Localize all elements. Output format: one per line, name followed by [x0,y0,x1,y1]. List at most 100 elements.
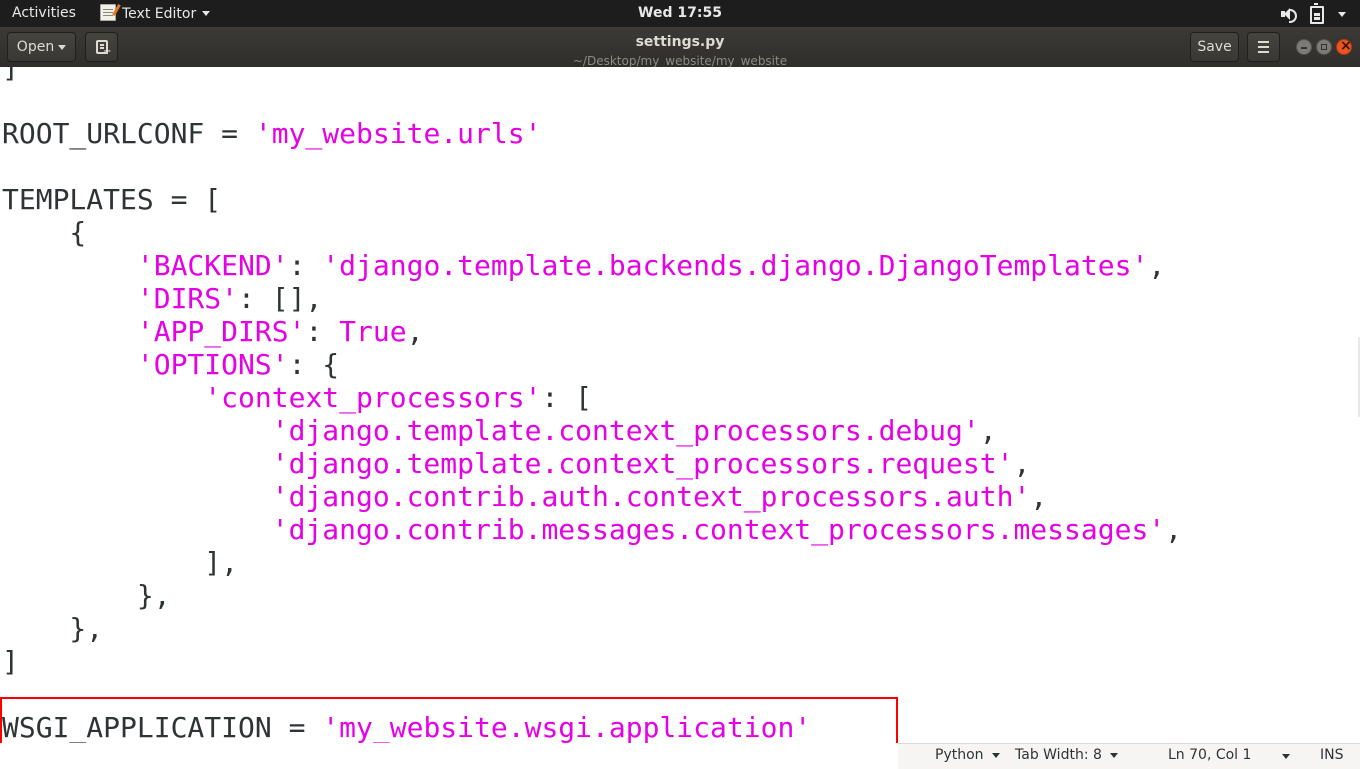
tab-width-label: Tab Width: 8 [1015,747,1102,763]
code-line[interactable]: 'APP_DIRS': True, [2,315,1182,348]
code-line[interactable]: { [2,216,1182,249]
code-line[interactable]: 'django.template.context_processors.requ… [2,447,1182,480]
text-editor-icon [100,4,116,21]
minimize-icon[interactable] [1296,39,1312,55]
hamburger-menu-button[interactable] [1247,32,1280,62]
code-token: ] [2,67,19,84]
tab-width-select[interactable]: Tab Width: 8 [1015,747,1118,763]
code-line[interactable]: 'DIRS': [], [2,282,1182,315]
code-token: , [1148,249,1166,282]
system-tray[interactable] [1280,3,1346,24]
string-token: 'django.contrib.auth.context_processors.… [271,480,1031,513]
header-bar: Open + settings.py ~/Desktop/my_website/… [0,27,1360,68]
code-line[interactable]: ], [2,546,1182,579]
code-line[interactable]: TEMPLATES = [ [2,183,1182,216]
activities-button[interactable]: Activities [12,5,76,21]
code-token: TEMPLATES = [ [2,183,222,216]
string-token: 'django.template.context_processors.requ… [271,447,1014,480]
code-token: : [305,315,340,348]
cursor-position-select[interactable]: Ln 70, Col 1 [1168,747,1290,763]
maximize-icon[interactable] [1316,39,1332,55]
open-button-label: Open [16,39,55,55]
code-token: : [], [238,282,323,315]
chevron-down-icon [1282,754,1290,759]
system-menu-arrow-icon[interactable] [1338,11,1346,17]
string-token: 'APP_DIRS' [136,315,306,348]
code-line[interactable] [2,150,1182,183]
code-token: }, [2,579,171,612]
insert-mode-indicator: INS [1320,747,1344,763]
code-editor[interactable]: ] ROOT_URLCONF = 'my_website.urls' TEMPL… [0,67,1360,743]
string-token: 'BACKEND' [136,249,289,282]
code-token: : [288,249,323,282]
code-token: , [1165,513,1183,546]
code-line[interactable]: ] [2,645,1182,678]
code-token: : [ [541,381,593,414]
code-line[interactable] [2,678,1182,711]
code-text[interactable]: ] ROOT_URLCONF = 'my_website.urls' TEMPL… [2,67,1182,743]
open-button[interactable]: Open [7,32,76,62]
new-tab-button[interactable]: + [85,32,118,62]
top-bar: Activities Text Editor Wed 17:55 [0,0,1360,27]
hamburger-menu-icon [1258,41,1269,43]
app-menu[interactable]: Text Editor [100,4,211,22]
new-tab-icon: + [95,40,112,57]
code-token: ROOT_URLCONF = [2,117,255,150]
save-button-label: Save [1197,39,1232,55]
code-token: , [1013,447,1031,480]
speaker-icon[interactable] [1280,6,1297,23]
chevron-down-icon [991,752,1000,758]
language-select[interactable]: Python [935,747,1000,763]
code-token: , [1030,480,1048,513]
chevron-down-icon [58,44,67,50]
string-token: 'OPTIONS' [136,348,289,381]
string-token: True [339,315,407,348]
code-token: WSGI_APPLICATION = [2,711,323,743]
document-path: ~/Desktop/my_website/my_website [572,54,788,68]
string-token: 'my_website.wsgi.application' [322,711,812,743]
insert-mode-label: INS [1320,747,1344,763]
code-line[interactable]: }, [2,612,1182,645]
clock[interactable]: Wed 17:55 [638,5,722,21]
code-token: : { [288,348,340,381]
code-line[interactable]: 'django.template.context_processors.debu… [2,414,1182,447]
code-line[interactable]: }, [2,579,1182,612]
string-token: 'django.contrib.messages.context_process… [271,513,1166,546]
code-token: }, [2,612,104,645]
code-line[interactable]: 'BACKEND': 'django.template.backends.dja… [2,249,1182,282]
code-line[interactable]: 'OPTIONS': { [2,348,1182,381]
string-token: 'django.template.context_processors.debu… [271,414,980,447]
chevron-down-icon [202,11,211,16]
code-token: , [979,414,997,447]
string-token: 'django.template.backends.django.DjangoT… [322,249,1149,282]
battery-icon[interactable] [1310,3,1324,24]
language-label: Python [935,747,984,763]
code-line[interactable]: 'django.contrib.messages.context_process… [2,513,1182,546]
string-token: 'DIRS' [136,282,239,315]
code-line[interactable]: 'context_processors': [ [2,381,1182,414]
chevron-down-icon [1109,752,1118,758]
code-token: ] [2,645,19,678]
code-token: { [2,216,87,249]
code-token: ], [2,546,239,579]
code-token: , [406,315,424,348]
string-token: 'context_processors' [204,381,542,414]
app-menu-label: Text Editor [122,5,197,22]
document-title: settings.py [635,34,725,50]
save-button[interactable]: Save [1190,32,1239,62]
status-bar: Python Tab Width: 8 Ln 70, Col 1 INS [898,743,1360,769]
code-line[interactable] [2,84,1182,117]
code-line[interactable]: 'django.contrib.auth.context_processors.… [2,480,1182,513]
code-line[interactable]: WSGI_APPLICATION = 'my_website.wsgi.appl… [2,711,1182,743]
code-line[interactable]: ] [2,67,1182,84]
close-icon[interactable] [1336,38,1352,55]
code-line[interactable]: ROOT_URLCONF = 'my_website.urls' [2,117,1182,150]
